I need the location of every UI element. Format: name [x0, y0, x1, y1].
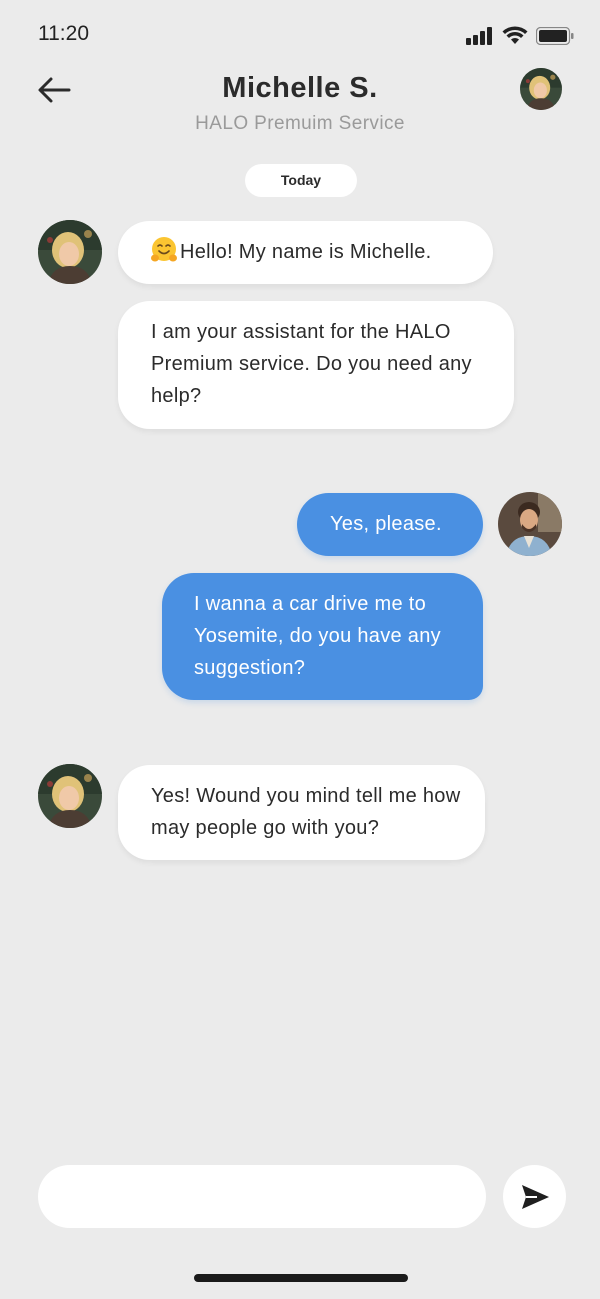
message-text: Yes! Wound you mind tell me how may peop… [151, 785, 461, 839]
message-bubble: I am your assistant for the HALO Premium… [118, 301, 514, 429]
agent-avatar[interactable] [38, 220, 102, 284]
battery-icon [536, 26, 574, 45]
contact-avatar[interactable] [520, 68, 562, 110]
message-text: I wanna a car drive me to Yosemite, do y… [194, 593, 441, 679]
message-input[interactable] [38, 1165, 486, 1228]
message-text: Yes, please. [330, 513, 442, 535]
user-avatar[interactable] [498, 492, 562, 556]
status-bar: 11:20 [0, 0, 600, 60]
message-bubble: Yes, please. [297, 493, 483, 556]
agent-avatar-image [520, 68, 562, 110]
status-time: 11:20 [38, 22, 89, 45]
contact-subtitle: HALO Premuim Service [195, 113, 405, 134]
home-indicator[interactable] [194, 1274, 408, 1282]
message-bubble: I wanna a car drive me to Yosemite, do y… [162, 573, 483, 700]
status-icons [466, 26, 574, 45]
send-icon [521, 1184, 549, 1209]
hugging-face-emoji-icon [151, 237, 177, 262]
message-text: I am your assistant for the HALO Premium… [151, 321, 472, 407]
agent-avatar-image [38, 220, 102, 284]
user-avatar-image [498, 492, 562, 556]
send-button[interactable] [503, 1165, 566, 1228]
agent-avatar[interactable] [38, 764, 102, 828]
date-separator: Today [245, 164, 357, 197]
message-text: Hello! My name is Michelle. [180, 241, 432, 263]
message-bubble: Hello! My name is Michelle. [118, 221, 493, 284]
signal-icon [466, 26, 492, 45]
contact-name: Michelle S. [222, 72, 378, 104]
wifi-icon [502, 26, 528, 44]
message-bubble: Yes! Wound you mind tell me how may peop… [118, 765, 485, 860]
agent-avatar-image [38, 764, 102, 828]
